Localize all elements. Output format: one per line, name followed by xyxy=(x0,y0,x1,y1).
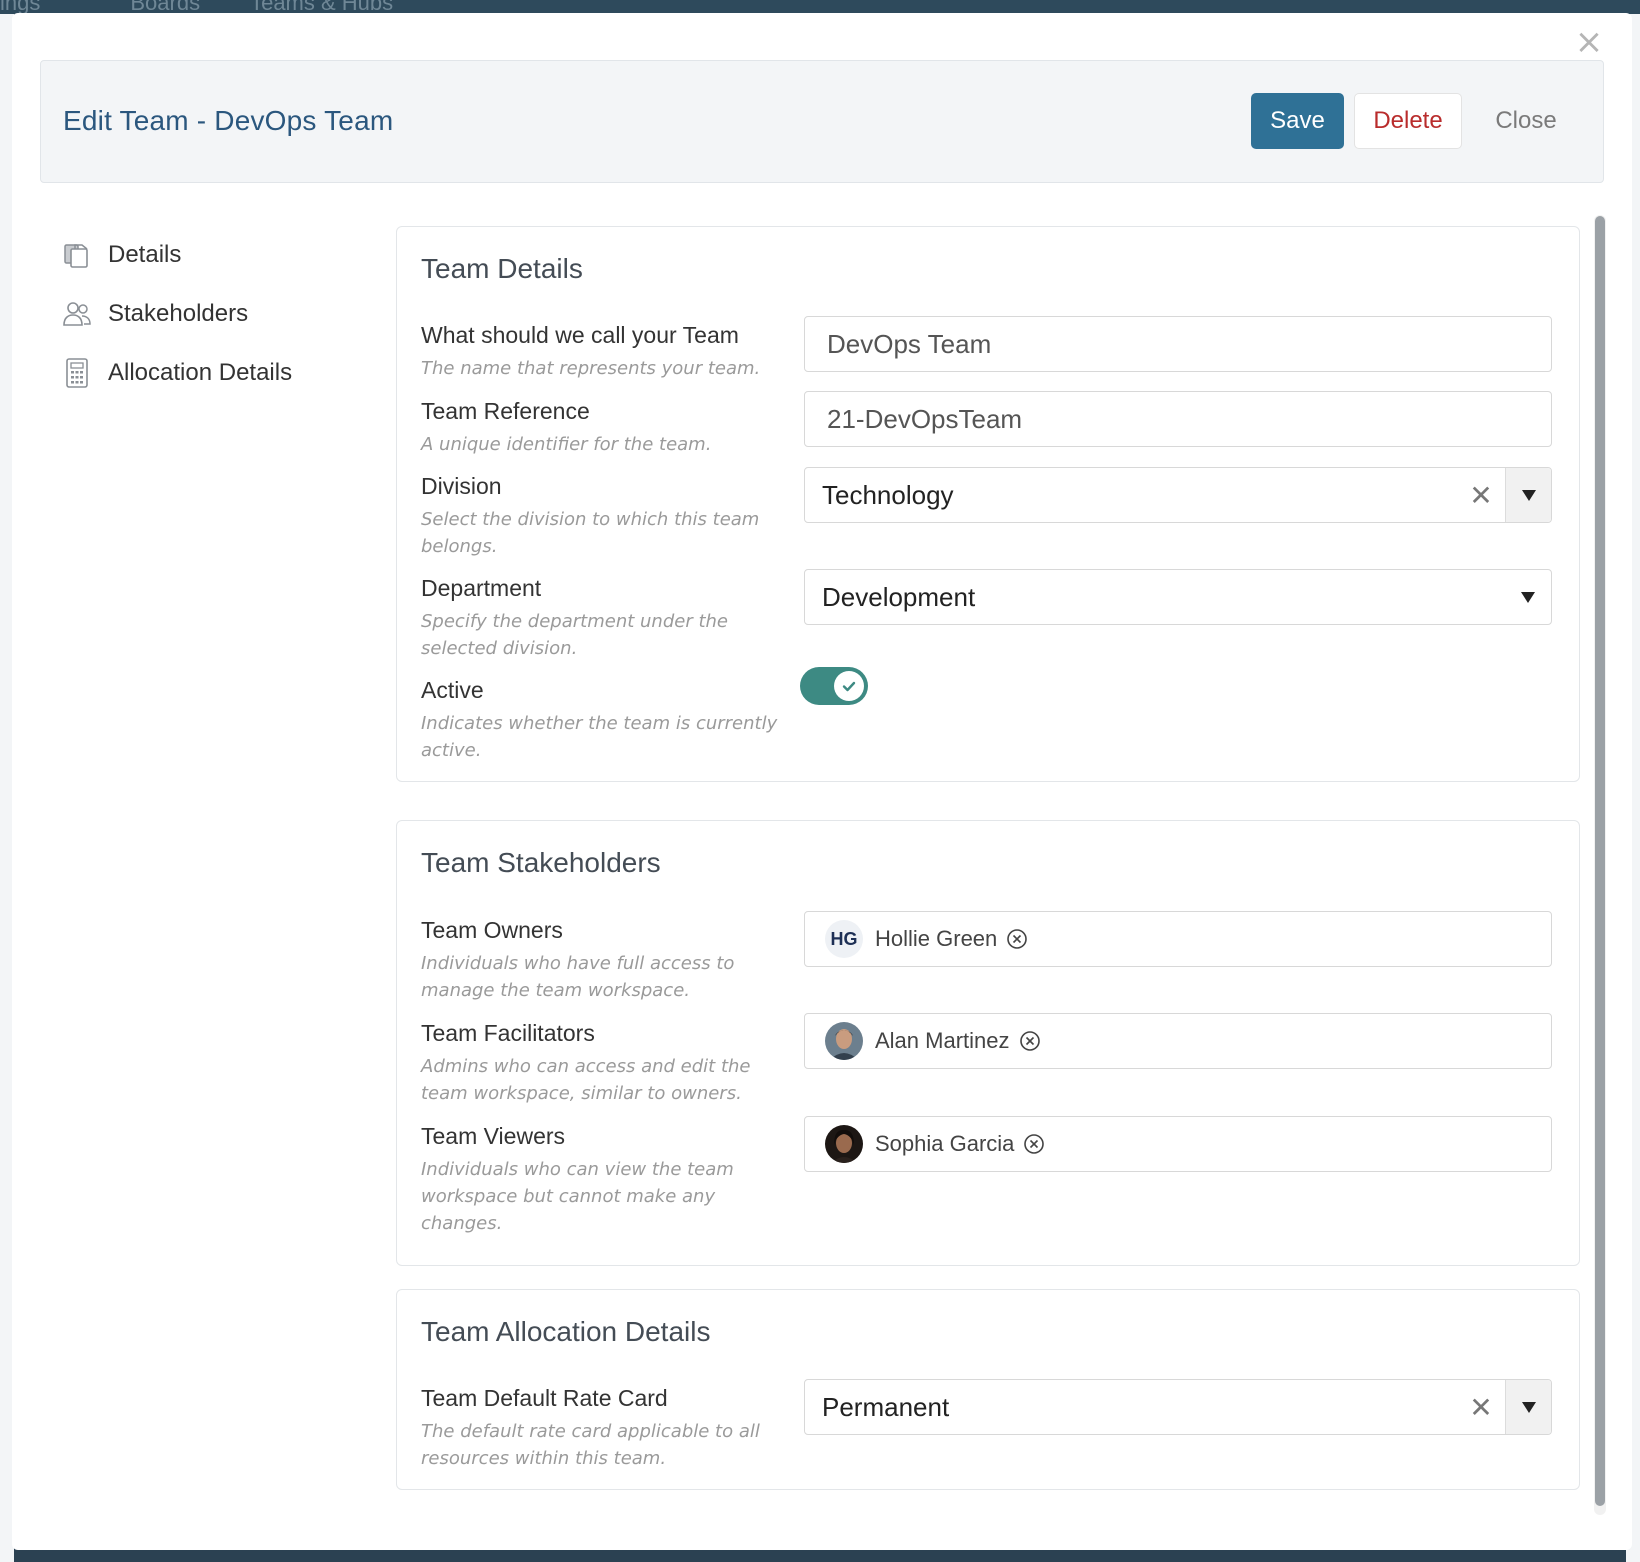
calculator-icon xyxy=(60,356,94,390)
department-row: Department Specify the department under … xyxy=(421,569,1557,662)
sidebar-nav: Details Stakeholders Allocation Details xyxy=(48,235,368,412)
remove-circle-icon[interactable] xyxy=(1005,927,1029,951)
department-selected-value: Development xyxy=(822,581,976,612)
section-title: Team Allocation Details xyxy=(421,1316,711,1347)
dropdown-arrow-icon[interactable] xyxy=(1505,570,1551,624)
person-name: Sophia Garcia xyxy=(875,1131,1015,1156)
remove-circle-icon[interactable] xyxy=(1018,1029,1042,1053)
close-button[interactable]: Close xyxy=(1471,93,1581,149)
remove-circle-icon[interactable] xyxy=(1022,1132,1046,1156)
division-row: Division Select the division to which th… xyxy=(421,467,1557,560)
person-chip: HG Hollie Green xyxy=(825,920,1029,958)
team-reference-row: Team Reference A unique identifier for t… xyxy=(421,391,1557,458)
sidebar-item-details[interactable]: Details xyxy=(48,235,368,275)
field-description: Specify the department under the selecte… xyxy=(421,611,728,659)
team-facilitators-picker[interactable]: Alan Martinez xyxy=(804,1013,1552,1069)
sidebar-item-label: Allocation Details xyxy=(108,359,293,386)
edit-team-modal: × Edit Team - DevOps Team Save Delete Cl… xyxy=(12,13,1632,1550)
person-name: Hollie Green xyxy=(875,926,998,951)
field-description: Individuals who can view the team worksp… xyxy=(421,1159,734,1234)
active-row: Active Indicates whether the team is cur… xyxy=(421,667,1557,764)
person-chip: Alan Martinez xyxy=(825,1022,1042,1060)
section-title: Team Details xyxy=(421,253,583,284)
field-description: Select the division to which this team b… xyxy=(421,509,760,557)
field-description: Individuals who have full access to mana… xyxy=(421,953,735,1001)
rate-card-selected-value: Permanent xyxy=(822,1391,950,1422)
division-selected-value: Technology xyxy=(822,479,954,510)
team-name-row: What should we call your Team The name t… xyxy=(421,316,1557,382)
stakeholders-icon xyxy=(60,297,94,331)
team-reference-input[interactable]: 21-DevOpsTeam xyxy=(804,391,1552,447)
field-description: Indicates whether the team is currently … xyxy=(421,713,778,761)
team-owners-picker[interactable]: HG Hollie Green xyxy=(804,911,1552,967)
field-description: The name that represents your team. xyxy=(421,358,761,379)
avatar xyxy=(825,1125,863,1163)
field-description: Admins who can access and edit the team … xyxy=(421,1056,751,1104)
section-title: Team Stakeholders xyxy=(421,847,661,878)
check-icon xyxy=(834,671,864,701)
delete-button[interactable]: Delete xyxy=(1354,93,1462,149)
clear-icon[interactable]: ✕ xyxy=(1457,1380,1505,1434)
team-facilitators-row: Team Facilitators Admins who can access … xyxy=(421,1013,1557,1107)
sidebar-item-label: Details xyxy=(108,241,182,268)
team-allocation-card: Team Allocation Details Team Default Rat… xyxy=(396,1289,1580,1490)
rate-card-select[interactable]: Permanent ✕ xyxy=(804,1379,1552,1435)
scrollbar-thumb[interactable] xyxy=(1595,216,1605,1506)
modal-header: Edit Team - DevOps Team Save Delete Clos… xyxy=(40,60,1604,183)
avatar: HG xyxy=(825,920,863,958)
dropdown-arrow-icon[interactable] xyxy=(1505,1380,1551,1434)
team-viewers-picker[interactable]: Sophia Garcia xyxy=(804,1116,1552,1172)
background-app-bar: ings Boards Teams & Hubs xyxy=(0,0,1640,15)
avatar xyxy=(825,1022,863,1060)
person-chip: Sophia Garcia xyxy=(825,1125,1046,1163)
save-button[interactable]: Save xyxy=(1251,93,1344,149)
dropdown-arrow-icon[interactable] xyxy=(1505,468,1551,522)
department-select[interactable]: Development xyxy=(804,569,1552,625)
team-details-card: Team Details What should we call your Te… xyxy=(396,226,1580,782)
team-name-input[interactable]: DevOps Team xyxy=(804,316,1552,372)
sidebar-item-allocation-details[interactable]: Allocation Details xyxy=(48,353,368,393)
field-label: Active xyxy=(421,677,484,703)
team-viewers-row: Team Viewers Individuals who can view th… xyxy=(421,1116,1557,1237)
sidebar-item-label: Stakeholders xyxy=(108,300,249,327)
person-name: Alan Martinez xyxy=(875,1028,1010,1053)
field-description: A unique identifier for the team. xyxy=(421,434,712,455)
division-select[interactable]: Technology ✕ xyxy=(804,467,1552,523)
sidebar-item-stakeholders[interactable]: Stakeholders xyxy=(48,294,368,334)
rate-card-row: Team Default Rate Card The default rate … xyxy=(421,1379,1557,1472)
details-icon xyxy=(60,238,94,272)
page-title: Edit Team - DevOps Team xyxy=(63,105,394,136)
modal-close-icon[interactable]: × xyxy=(1574,25,1604,59)
team-stakeholders-card: Team Stakeholders Team Owners Individual… xyxy=(396,820,1580,1266)
field-description: The default rate card applicable to all … xyxy=(421,1421,760,1469)
team-owners-row: Team Owners Individuals who have full ac… xyxy=(421,911,1557,1004)
clear-icon[interactable]: ✕ xyxy=(1457,468,1505,522)
active-toggle[interactable] xyxy=(800,667,868,705)
